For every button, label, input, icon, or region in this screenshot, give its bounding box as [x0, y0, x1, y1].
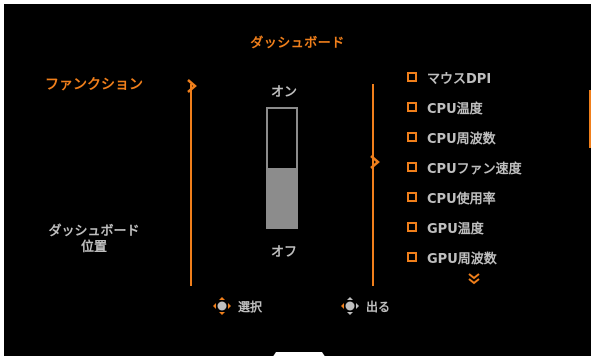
checkbox-icon[interactable]	[407, 192, 417, 202]
option-label: マウスDPI	[427, 71, 492, 87]
select-label: 選択	[238, 299, 263, 314]
option-label: CPU温度	[427, 101, 483, 117]
chevron-right-icon	[187, 79, 197, 93]
menu-item-dashboard-position[interactable]: ダッシュボード 位置	[24, 224, 164, 256]
option-label: CPUファン速度	[427, 161, 522, 177]
exit-label: 出る	[366, 299, 391, 314]
option-label: GPU周波数	[427, 251, 497, 267]
column-divider-left	[190, 84, 192, 286]
option-cpu-temperature[interactable]: CPU温度	[407, 92, 522, 122]
double-chevron-down-icon[interactable]	[467, 272, 481, 286]
page-title: ダッシュボード	[250, 36, 345, 51]
checkbox-icon[interactable]	[407, 252, 417, 262]
checkbox-icon[interactable]	[407, 222, 417, 232]
option-label: CPU使用率	[427, 191, 496, 207]
menu-item-label-line1: ダッシュボード	[48, 224, 140, 239]
option-cpu-fan-speed[interactable]: CPUファン速度	[407, 152, 522, 182]
menu-item-label-line2: 位置	[80, 240, 107, 255]
checkbox-icon[interactable]	[407, 162, 417, 172]
bottom-notch	[268, 352, 330, 364]
dashboard-options-list: マウスDPI CPU温度 CPU周波数 CPUファン速度 CPU使用率 GPU温…	[407, 62, 522, 272]
joystick-icon	[213, 297, 231, 315]
chevron-right-icon	[370, 155, 380, 169]
column-divider-right	[372, 84, 374, 286]
toggle-on-label: オン	[270, 85, 297, 100]
option-gpu-temperature[interactable]: GPU温度	[407, 212, 522, 242]
joystick-icon	[341, 297, 359, 315]
osd-panel: ダッシュボード ファンクション ダッシュボード 位置 オン オフ マウスDPI …	[4, 4, 591, 356]
option-label: CPU周波数	[427, 131, 496, 147]
option-gpu-frequency[interactable]: GPU周波数	[407, 242, 522, 272]
menu-item-function[interactable]: ファンクション	[24, 74, 164, 94]
checkbox-icon[interactable]	[407, 132, 417, 142]
select-hint: 選択	[212, 296, 262, 316]
checkbox-icon[interactable]	[407, 102, 417, 112]
option-mouse-dpi[interactable]: マウスDPI	[407, 62, 522, 92]
checkbox-icon[interactable]	[407, 72, 417, 82]
slider-fill	[268, 168, 296, 227]
exit-hint: 出る	[340, 296, 390, 316]
on-off-slider[interactable]	[266, 107, 298, 229]
option-cpu-frequency[interactable]: CPU周波数	[407, 122, 522, 152]
option-label: GPU温度	[427, 221, 484, 237]
toggle-off-label: オフ	[270, 245, 297, 260]
option-cpu-usage[interactable]: CPU使用率	[407, 182, 522, 212]
side-tab-indicator	[589, 90, 591, 148]
